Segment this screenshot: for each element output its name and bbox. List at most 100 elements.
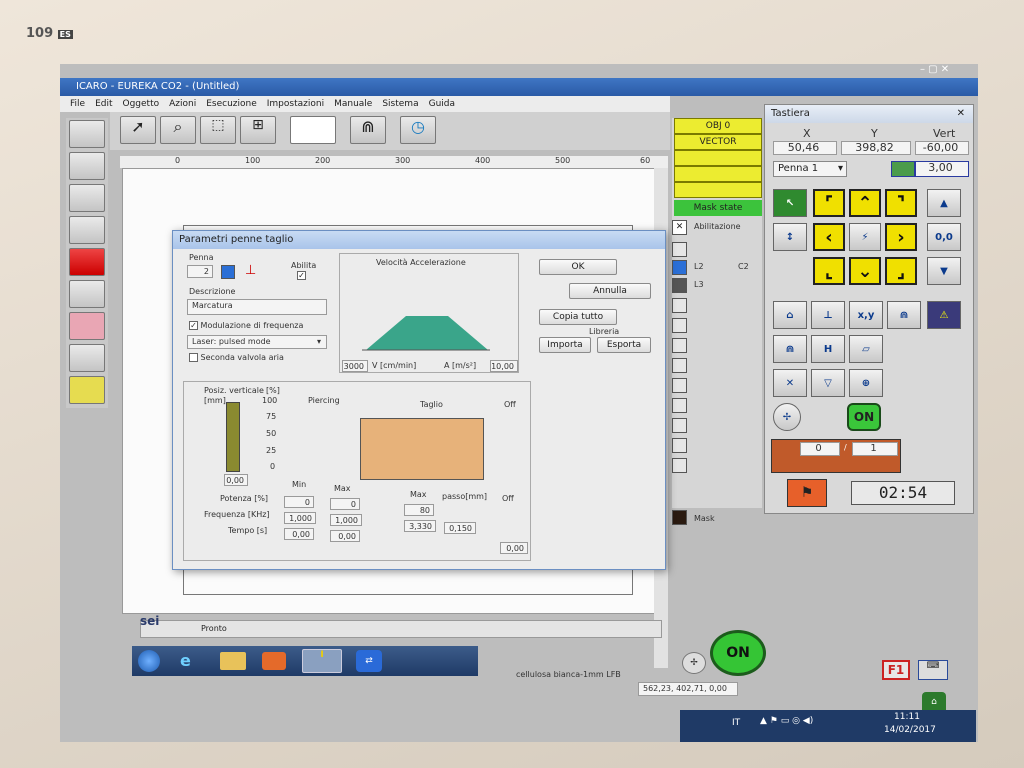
- potenza-min-field[interactable]: 0: [284, 496, 314, 508]
- layer-slot[interactable]: [674, 182, 762, 198]
- layer-slot[interactable]: [672, 358, 687, 373]
- penna-color-swatch[interactable]: [221, 265, 235, 279]
- layer-slot[interactable]: [672, 378, 687, 393]
- frequenza-min-field[interactable]: 1,000: [284, 512, 316, 524]
- step-value[interactable]: 3,00: [915, 161, 969, 177]
- measure-button[interactable]: ⊥: [811, 301, 845, 329]
- esporta-button[interactable]: Esporta: [597, 337, 651, 353]
- passo-field[interactable]: 0,150: [444, 522, 476, 534]
- layer-slot[interactable]: [672, 398, 687, 413]
- layer-slot[interactable]: [672, 298, 687, 313]
- magnet-button[interactable]: ⋒: [350, 116, 386, 144]
- teamviewer-icon[interactable]: ⇄: [356, 650, 382, 672]
- menu-impostazioni[interactable]: Impostazioni: [267, 96, 324, 112]
- accel-value[interactable]: 10,00: [490, 360, 518, 372]
- media-player-icon[interactable]: [262, 652, 286, 670]
- clock-time[interactable]: 11:11: [894, 712, 920, 722]
- jog-left-button[interactable]: ‹: [813, 223, 845, 251]
- tool-grid-icon[interactable]: [69, 280, 105, 308]
- tool-yellow-icon[interactable]: [69, 376, 105, 404]
- tool-dark-icon[interactable]: [69, 344, 105, 372]
- page-button[interactable]: [290, 116, 336, 144]
- modulazione-checkbox[interactable]: ✓: [189, 321, 198, 330]
- head-down-button[interactable]: ▼: [927, 257, 961, 285]
- layer-slot[interactable]: [672, 458, 687, 473]
- penna-select[interactable]: Penna 1 ▾: [773, 161, 847, 177]
- clock-button[interactable]: ◷: [400, 116, 436, 144]
- icaro-app-icon[interactable]: I: [302, 649, 342, 673]
- mask-state-label[interactable]: Mask state: [674, 200, 762, 216]
- frequenza-taglio-field[interactable]: 3,330: [404, 520, 436, 532]
- seconda-valvola-checkbox[interactable]: [189, 353, 198, 362]
- menu-azioni[interactable]: Azioni: [169, 96, 196, 112]
- tool-color-icon[interactable]: [69, 248, 105, 276]
- vertical-position-bar[interactable]: [226, 402, 240, 472]
- seconda-valvola-row[interactable]: Seconda valvola aria: [189, 353, 284, 362]
- jog-right-button[interactable]: ›: [885, 223, 917, 251]
- tool-shapes-icon[interactable]: [69, 184, 105, 212]
- copia-tutto-button[interactable]: Copia tutto: [539, 309, 617, 325]
- menu-file[interactable]: File: [70, 96, 85, 112]
- tray-icons[interactable]: ▲ ⚑ ▭ ◎ ◀): [760, 716, 813, 726]
- target-button[interactable]: ⊕: [849, 369, 883, 397]
- clock-date[interactable]: 14/02/2017: [884, 725, 936, 735]
- on-button[interactable]: ON: [847, 403, 881, 431]
- lang-indicator[interactable]: IT: [732, 718, 740, 728]
- descrizione-field[interactable]: Marcatura: [187, 299, 327, 315]
- zoom-window-button[interactable]: ⬚: [200, 116, 236, 144]
- jog-down-right-button[interactable]: ⌟: [885, 257, 917, 285]
- axis-button[interactable]: ↕: [773, 223, 807, 251]
- penna-spinner[interactable]: 2: [187, 265, 213, 278]
- layer-slot[interactable]: [674, 150, 762, 166]
- layer-slot[interactable]: [674, 166, 762, 182]
- frequenza-max-field[interactable]: 1,000: [330, 514, 362, 526]
- checkered-flag-icon[interactable]: ⚑: [787, 479, 827, 507]
- layer-vector-header[interactable]: VECTOR: [674, 134, 762, 150]
- taglio-max-field[interactable]: 80: [404, 504, 434, 516]
- abilita-checkbox[interactable]: ✓: [297, 271, 306, 280]
- tempo-max-field[interactable]: 0,00: [330, 530, 360, 542]
- menu-sistema[interactable]: Sistema: [382, 96, 418, 112]
- off-value-field[interactable]: 0,00: [500, 542, 528, 554]
- layer-slot[interactable]: [672, 318, 687, 333]
- layer-mask-swatch[interactable]: [672, 510, 687, 525]
- folder-icon[interactable]: [220, 652, 246, 670]
- jog-up-button[interactable]: ⌃: [849, 189, 881, 217]
- layer-obj-header[interactable]: OBJ 0: [674, 118, 762, 134]
- layer-slot[interactable]: [672, 418, 687, 433]
- potenza-max-field[interactable]: 0: [330, 498, 360, 510]
- menu-oggetto[interactable]: Oggetto: [123, 96, 160, 112]
- zoom-button[interactable]: ⌕: [160, 116, 196, 144]
- ok-button[interactable]: OK: [539, 259, 617, 275]
- menu-manuale[interactable]: Manuale: [334, 96, 372, 112]
- jog-down-button[interactable]: ⌄: [849, 257, 881, 285]
- head-up-button[interactable]: ▲: [927, 189, 961, 217]
- posiz-value[interactable]: 0,00: [224, 474, 248, 486]
- layer-slot[interactable]: [672, 338, 687, 353]
- layer-slot-l1[interactable]: [672, 242, 687, 257]
- xy-button[interactable]: x,y: [849, 301, 883, 329]
- menu-edit[interactable]: Edit: [95, 96, 112, 112]
- magnet-tool-button[interactable]: ⋒: [887, 301, 921, 329]
- laser-button[interactable]: ⚠: [927, 301, 961, 329]
- fan-button[interactable]: ✢: [773, 403, 801, 431]
- home-button[interactable]: ⌂: [773, 301, 807, 329]
- zoom-fit-button[interactable]: ⊞: [240, 116, 276, 144]
- layer-l3-swatch[interactable]: [672, 278, 687, 293]
- nozzle-button[interactable]: ▽: [811, 369, 845, 397]
- tool-layers-icon[interactable]: [69, 152, 105, 180]
- start-button[interactable]: [138, 650, 160, 672]
- tempo-min-field[interactable]: 0,00: [284, 528, 314, 540]
- zoom-00-button[interactable]: 0,0: [927, 223, 961, 251]
- close-icon[interactable]: ✕: [957, 105, 965, 123]
- importa-button[interactable]: Importa: [539, 337, 591, 353]
- menu-guida[interactable]: Guida: [429, 96, 455, 112]
- h-button[interactable]: H: [811, 335, 845, 363]
- annulla-button[interactable]: Annulla: [569, 283, 651, 299]
- window-controls[interactable]: – ▢ ✕: [920, 64, 970, 78]
- jog-up-left-button[interactable]: ⌜: [813, 189, 845, 217]
- tool-tools-icon[interactable]: [69, 216, 105, 244]
- jog-down-left-button[interactable]: ⌞: [813, 257, 845, 285]
- abilitazione-checkbox[interactable]: ✕: [672, 220, 687, 235]
- origin-button[interactable]: ↖: [773, 189, 807, 217]
